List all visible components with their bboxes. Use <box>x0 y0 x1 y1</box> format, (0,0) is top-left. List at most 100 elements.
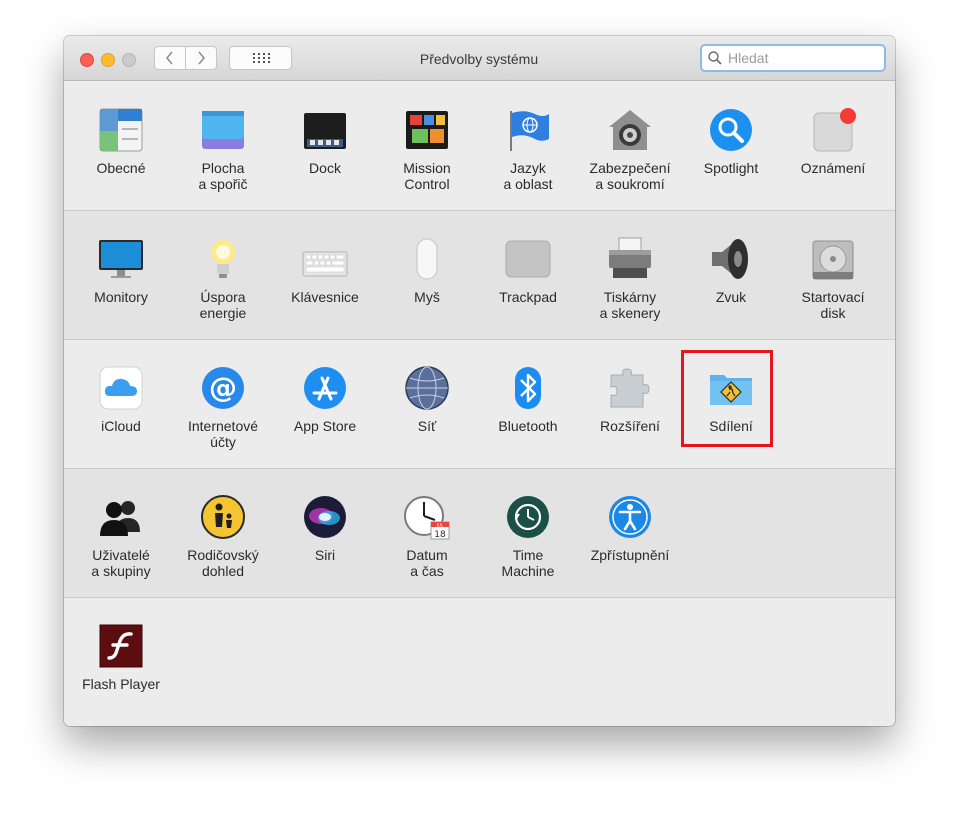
pref-label: Plocha a spořič <box>198 160 248 192</box>
pref-label: Dock <box>309 160 341 176</box>
pref-mys[interactable]: Myš <box>377 225 477 335</box>
pref-label: Spotlight <box>703 160 759 176</box>
pref-label: Time Machine <box>501 547 555 579</box>
pref-label: Datum a čas <box>406 547 448 579</box>
pref-label: iCloud <box>101 418 141 434</box>
pref-datum[interactable]: JUL 18 Datum a čas <box>377 483 477 593</box>
pref-label: Rozšíření <box>600 418 660 434</box>
clock-calendar-icon: JUL 18 <box>403 493 451 541</box>
zoom-window-button[interactable] <box>122 53 136 67</box>
search-placeholder: Hledat <box>728 50 769 66</box>
users-icon <box>97 493 145 541</box>
pref-label: Flash Player <box>82 676 160 692</box>
pref-label: Myš <box>414 289 440 305</box>
minimize-window-button[interactable] <box>101 53 115 67</box>
pref-app-store[interactable]: App Store <box>275 354 375 464</box>
desktop-screensaver-icon <box>199 106 247 154</box>
pref-zabezpeceni[interactable]: Zabezpečení a soukromí <box>580 96 680 206</box>
trackpad-icon <box>504 235 552 283</box>
pref-label: Úspora energie <box>199 289 247 321</box>
time-machine-icon <box>504 493 552 541</box>
pref-plocha[interactable]: Plocha a spořič <box>173 96 273 206</box>
pref-sit[interactable]: Síť <box>377 354 477 464</box>
pref-label: Jazyk a oblast <box>503 160 553 192</box>
window-title: Předvolby systému <box>419 51 539 67</box>
pref-mission-control[interactable]: Mission Control <box>377 96 477 206</box>
pref-startovaci[interactable]: Startovací disk <box>783 225 883 335</box>
pref-label: Siri <box>314 547 336 563</box>
pref-trackpad[interactable]: Trackpad <box>478 225 578 335</box>
pref-zvuk[interactable]: Zvuk <box>681 225 781 335</box>
pref-monitory[interactable]: Monitory <box>71 225 171 335</box>
pref-label: Internetové účty <box>187 418 259 450</box>
pref-label: App Store <box>293 418 357 434</box>
pref-rozsireni[interactable]: Rozšíření <box>580 354 680 464</box>
pref-label: Rodičovský dohled <box>187 547 259 579</box>
pref-label: Bluetooth <box>498 418 558 434</box>
network-globe-icon <box>403 364 451 412</box>
calendar-day: 18 <box>434 530 446 540</box>
mission-control-icon <box>403 106 451 154</box>
pref-time-machine[interactable]: Time Machine <box>478 483 578 593</box>
pref-label: Klávesnice <box>291 289 359 305</box>
pref-siri[interactable]: Siri <box>275 483 375 593</box>
display-icon <box>97 235 145 283</box>
show-all-button[interactable] <box>229 46 292 70</box>
pref-klavesnice[interactable]: Klávesnice <box>275 225 375 335</box>
puzzle-icon <box>606 364 654 412</box>
close-window-button[interactable] <box>80 53 94 67</box>
parental-controls-icon <box>199 493 247 541</box>
grid-icon <box>252 53 270 63</box>
back-button[interactable] <box>154 46 186 70</box>
siri-icon <box>301 493 349 541</box>
pref-label: Startovací disk <box>801 289 865 321</box>
dock-icon <box>301 106 349 154</box>
pref-icloud[interactable]: iCloud <box>71 354 171 464</box>
icloud-icon <box>97 364 145 412</box>
forward-button[interactable] <box>185 46 217 70</box>
keyboard-icon <box>301 235 349 283</box>
pref-uzivatele[interactable]: Uživatelé a skupiny <box>71 483 171 593</box>
language-flag-icon <box>504 106 552 154</box>
section-other <box>64 598 895 726</box>
app-store-icon <box>301 364 349 412</box>
pref-label: Zabezpečení a soukromí <box>589 160 671 192</box>
chevron-left-icon <box>166 51 173 65</box>
search-field[interactable]: Hledat <box>700 44 886 72</box>
pref-label: Trackpad <box>499 289 557 305</box>
pref-bluetooth[interactable]: Bluetooth <box>478 354 578 464</box>
pref-tiskarny[interactable]: Tiskárny a skenery <box>580 225 680 335</box>
pref-internetove[interactable]: @ Internetové účty <box>173 354 273 464</box>
pref-label: Zpřístupnění <box>590 547 670 563</box>
system-preferences-window: Předvolby systému Hledat Obecné Plocha a… <box>64 36 895 726</box>
notifications-icon <box>809 106 857 154</box>
general-icon <box>97 106 145 154</box>
at-sign-icon: @ <box>199 364 247 412</box>
accessibility-icon <box>606 493 654 541</box>
pref-obecne[interactable]: Obecné <box>71 96 171 206</box>
mouse-icon <box>403 235 451 283</box>
titlebar: Předvolby systému Hledat <box>64 36 895 81</box>
bluetooth-icon <box>504 364 552 412</box>
calendar-month: JUL <box>436 522 444 527</box>
pref-uspora[interactable]: Úspora energie <box>173 225 273 335</box>
chevron-right-icon <box>198 51 205 65</box>
pref-flash-player[interactable]: Flash Player <box>71 612 171 722</box>
pref-label: Obecné <box>96 160 146 176</box>
pref-spotlight[interactable]: Spotlight <box>681 96 781 206</box>
pref-dock[interactable]: Dock <box>275 96 375 206</box>
pref-label: Zvuk <box>715 289 747 305</box>
printer-icon <box>606 235 654 283</box>
pref-label: Síť <box>417 418 437 434</box>
search-icon <box>708 51 722 65</box>
pref-rodicovsky[interactable]: Rodičovský dohled <box>173 483 273 593</box>
pref-jazyk[interactable]: Jazyk a oblast <box>478 96 578 206</box>
lightbulb-icon <box>199 235 247 283</box>
pref-label: Oznámení <box>800 160 866 176</box>
pref-zpristupneni[interactable]: Zpřístupnění <box>580 483 680 593</box>
pref-label: Uživatelé a skupiny <box>91 547 151 579</box>
security-house-icon <box>606 106 654 154</box>
svg-text:@: @ <box>209 371 237 404</box>
highlight-box <box>681 350 773 447</box>
pref-oznameni[interactable]: Oznámení <box>783 96 883 206</box>
